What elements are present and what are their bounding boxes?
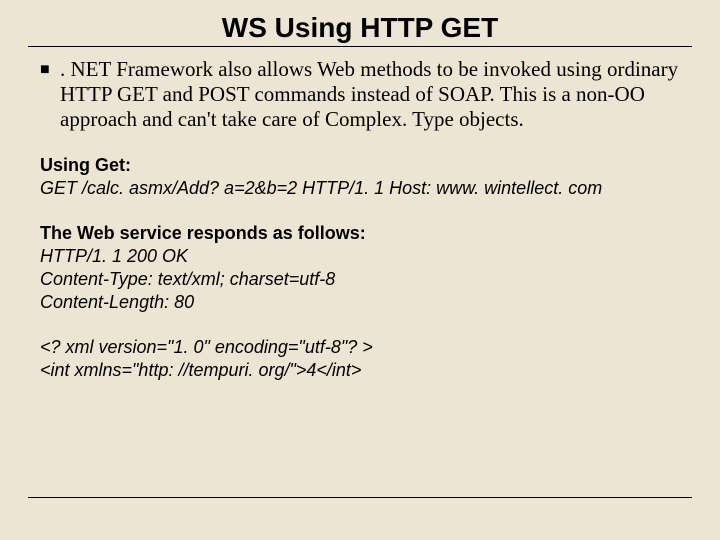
response-line-2: Content-Type: text/xml; charset=utf-8 [40,268,680,291]
section-xml: <? xml version="1. 0" encoding="utf-8"? … [40,336,680,382]
bullet-block: ■ . NET Framework also allows Web method… [40,57,680,132]
get-request-line: GET /calc. asmx/Add? a=2&b=2 HTTP/1. 1 H… [40,177,680,200]
footer-divider [28,497,692,498]
response-heading: The Web service responds as follows: [40,222,680,245]
section-response: The Web service responds as follows: HTT… [40,222,680,314]
xml-line-1: <? xml version="1. 0" encoding="utf-8"? … [40,336,680,359]
response-line-3: Content-Length: 80 [40,291,680,314]
xml-line-2: <int xmlns="http: //tempuri. org/">4</in… [40,359,680,382]
response-line-1: HTTP/1. 1 200 OK [40,245,680,268]
section-get: Using Get: GET /calc. asmx/Add? a=2&b=2 … [40,154,680,200]
get-heading: Using Get: [40,154,680,177]
bullet-item: ■ . NET Framework also allows Web method… [40,57,680,132]
slide: WS Using HTTP GET ■ . NET Framework also… [0,0,720,540]
bullet-square-icon: ■ [40,57,60,83]
title-divider [28,46,692,47]
bullet-text: . NET Framework also allows Web methods … [60,57,680,132]
slide-title: WS Using HTTP GET [0,12,720,44]
